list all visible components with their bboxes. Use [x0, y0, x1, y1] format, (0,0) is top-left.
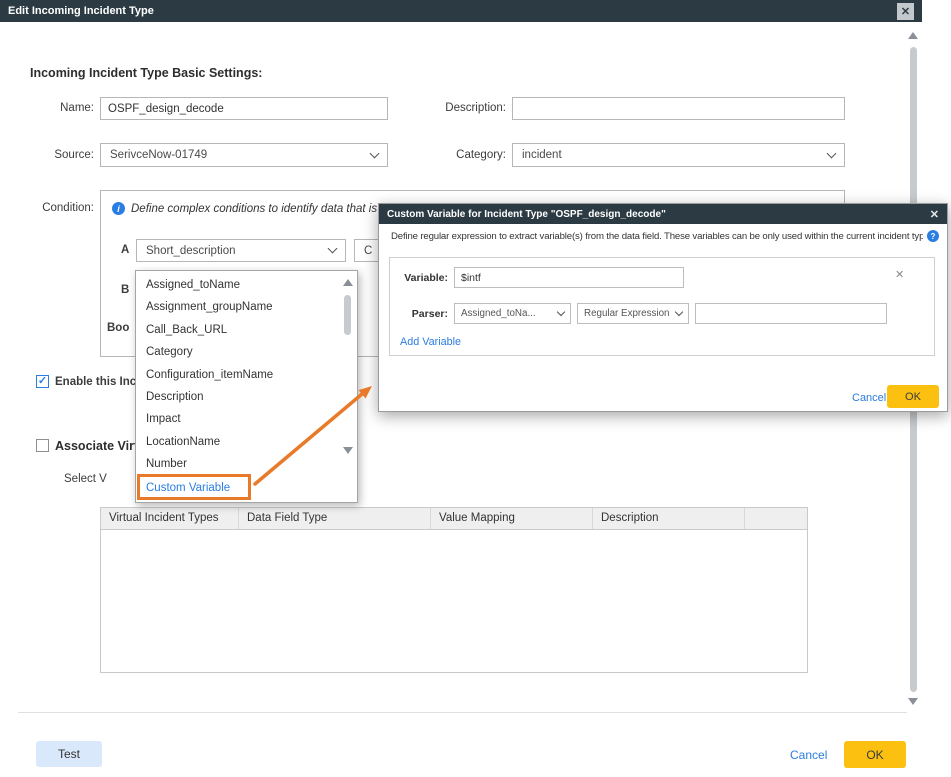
list-item[interactable]: Category: [136, 341, 357, 363]
enable-incident-checkbox[interactable]: ✓: [36, 375, 49, 388]
instruction-row: Define regular expression to extract var…: [391, 230, 939, 242]
custom-variable-dialog: Custom Variable for Incident Type "OSPF_…: [378, 203, 948, 412]
remove-variable-icon[interactable]: ✕: [895, 268, 904, 281]
column-header-value-mapping: Value Mapping: [431, 508, 593, 529]
column-header-actions: [745, 508, 807, 529]
chevron-down-icon: [675, 308, 683, 316]
list-item[interactable]: Assigned_toName: [136, 274, 357, 296]
description-input[interactable]: [512, 97, 845, 120]
column-header-description: Description: [593, 508, 745, 529]
chevron-down-icon: [370, 148, 380, 158]
list-scroll-down-icon[interactable]: [343, 447, 353, 454]
list-scrollbar-thumb[interactable]: [344, 295, 351, 335]
parser-type-select[interactable]: Regular Expression: [577, 303, 689, 324]
condition-row-b-label: B: [121, 284, 129, 296]
variable-definition-box: Variable: ✕ Parser: Assigned_toNa... Reg…: [389, 257, 935, 356]
parser-field-value: Assigned_toNa...: [461, 308, 558, 319]
list-item[interactable]: Number: [136, 453, 357, 475]
variable-label: Variable:: [394, 272, 448, 284]
edit-incoming-incident-type-dialog: Edit Incoming Incident Type ✕ Incoming I…: [0, 0, 951, 777]
source-label: Source:: [30, 149, 94, 161]
condition-row-a-label: A: [121, 244, 129, 256]
category-label: Category:: [420, 149, 506, 161]
condition-field-select[interactable]: Short_description: [136, 239, 346, 262]
basic-settings-heading: Incoming Incident Type Basic Settings:: [30, 66, 262, 80]
name-label: Name:: [30, 102, 94, 114]
virtual-types-table-body: [100, 530, 808, 673]
dialog-title: Edit Incoming Incident Type: [8, 5, 154, 17]
chevron-down-icon: [827, 148, 837, 158]
list-item[interactable]: Description: [136, 386, 357, 408]
list-item[interactable]: Configuration_itemName: [136, 364, 357, 386]
column-header-virtual-incident-types: Virtual Incident Types: [101, 508, 239, 529]
list-item-custom-variable[interactable]: Custom Variable: [136, 477, 357, 499]
list-item[interactable]: Call_Back_URL: [136, 319, 357, 341]
cancel-link[interactable]: Cancel: [790, 748, 827, 762]
dialog-titlebar: Edit Incoming Incident Type ✕: [0, 0, 922, 22]
parser-field-select[interactable]: Assigned_toNa...: [454, 303, 571, 324]
variable-input[interactable]: [454, 267, 684, 288]
source-value: SerivceNow-01749: [110, 149, 371, 161]
overlay-ok-button[interactable]: OK: [887, 385, 939, 408]
boolean-expression-label: Boo: [107, 322, 129, 334]
list-item[interactable]: LocationName: [136, 431, 357, 453]
close-icon[interactable]: ✕: [930, 208, 939, 221]
custom-variable-dialog-titlebar: Custom Variable for Incident Type "OSPF_…: [379, 204, 947, 224]
custom-variable-dialog-title: Custom Variable for Incident Type "OSPF_…: [387, 209, 666, 220]
select-virtual-label: Select V: [64, 473, 134, 485]
name-input[interactable]: [100, 97, 388, 120]
close-icon[interactable]: ✕: [897, 3, 914, 20]
list-scroll-up-icon[interactable]: [343, 279, 353, 286]
footer-divider: [18, 712, 907, 713]
ok-button[interactable]: OK: [844, 741, 906, 768]
source-select[interactable]: SerivceNow-01749: [100, 143, 388, 167]
check-icon: ✓: [38, 375, 47, 387]
associate-virtual-checkbox[interactable]: [36, 439, 49, 452]
scroll-down-icon[interactable]: [908, 698, 918, 705]
help-icon[interactable]: ?: [927, 230, 939, 242]
chevron-down-icon: [328, 244, 338, 254]
instruction-text: Define regular expression to extract var…: [391, 231, 923, 242]
list-item[interactable]: Assignment_groupName: [136, 296, 357, 318]
condition-label: Condition:: [20, 202, 94, 214]
virtual-types-table-header: Virtual Incident Types Data Field Type V…: [100, 507, 808, 530]
parser-type-value: Regular Expression: [584, 308, 676, 319]
test-button[interactable]: Test: [36, 741, 102, 767]
add-variable-link[interactable]: Add Variable: [400, 336, 461, 348]
parser-label: Parser:: [394, 308, 448, 320]
condition-hint: Define complex conditions to identify da…: [131, 203, 377, 215]
parser-pattern-input[interactable]: [695, 303, 887, 324]
condition-field-value: Short_description: [146, 245, 329, 257]
category-select[interactable]: incident: [512, 143, 845, 167]
overlay-cancel-link[interactable]: Cancel: [852, 392, 886, 404]
field-dropdown-list: Assigned_toName Assignment_groupName Cal…: [135, 270, 358, 503]
description-label: Description:: [420, 102, 506, 114]
chevron-down-icon: [557, 308, 565, 316]
category-value: incident: [522, 149, 828, 161]
scroll-up-icon[interactable]: [908, 32, 918, 39]
info-icon: i: [112, 202, 125, 215]
list-item[interactable]: Impact: [136, 408, 357, 430]
enable-incident-label: Enable this Inco: [55, 376, 135, 388]
associate-virtual-label: Associate Virt: [55, 439, 135, 453]
column-header-data-field-type: Data Field Type: [239, 508, 431, 529]
